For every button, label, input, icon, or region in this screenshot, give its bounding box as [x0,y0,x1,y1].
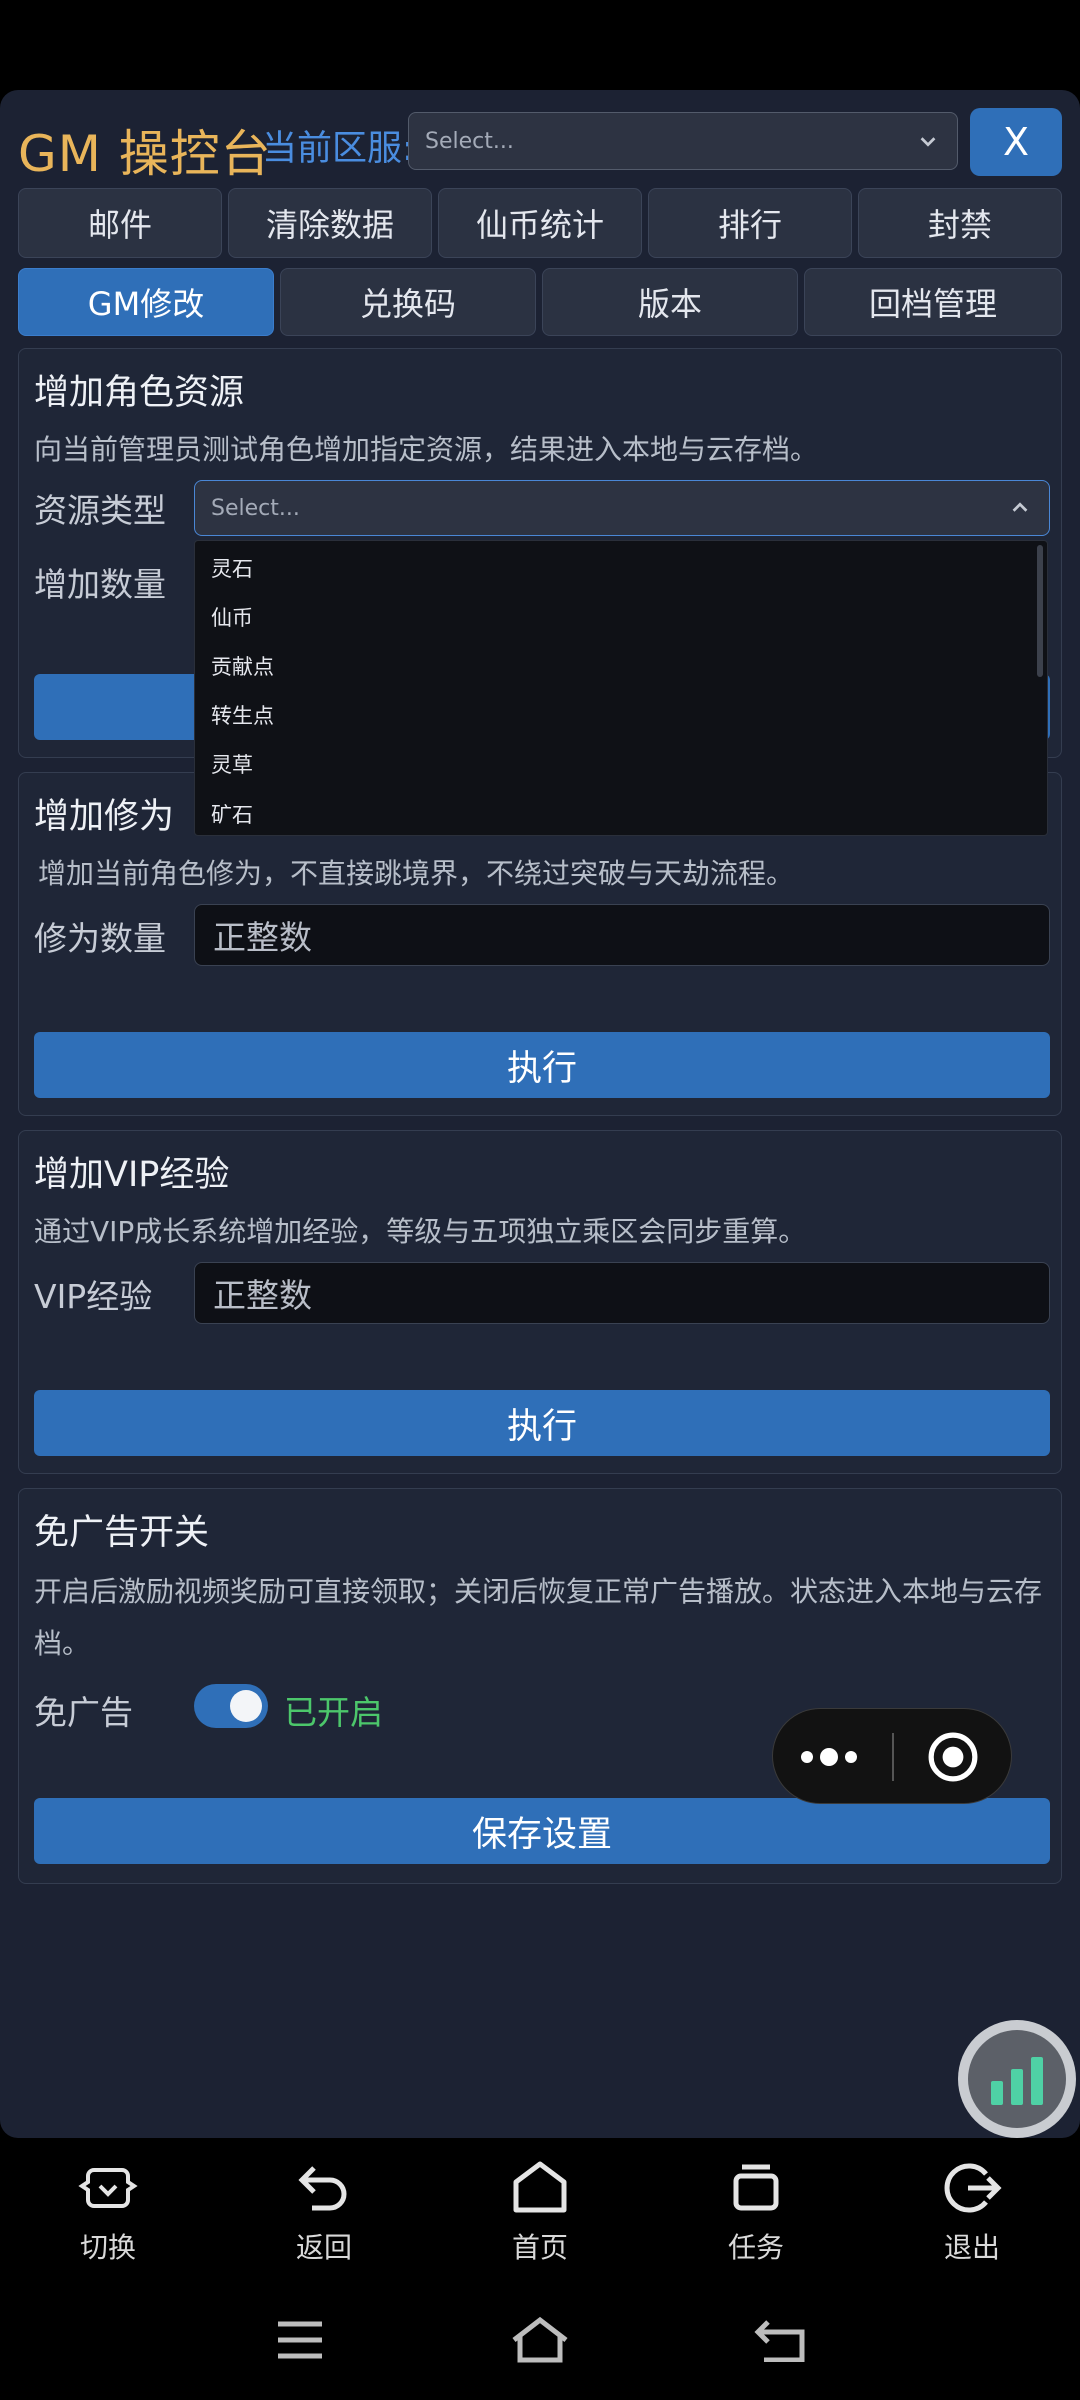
tasks-icon [733,2164,779,2211]
region-select-value: Select... [425,128,514,154]
resource-type-label: 资源类型 [34,491,166,530]
resource-type-select[interactable]: Select... [194,480,1050,536]
cultivation-execute-button[interactable]: 执行 [34,1032,1050,1098]
capsule-divider [892,1733,894,1781]
card-title-noad: 免广告开关 [34,1513,210,1553]
resource-type-dropdown: 灵石 仙币 贡献点 转生点 灵草 矿石 [194,540,1048,836]
nav-label: 首页 [511,2231,568,2264]
card-desc-cultivation: 增加当前角色修为，不直接跳境界，不绕过突破与天劫流程。 [38,857,795,890]
nav-switch[interactable]: 切换 [28,2156,188,2266]
chevron-up-icon [1012,502,1028,512]
nav-exit[interactable]: 退出 [892,2156,1052,2266]
close-button[interactable]: X [970,108,1062,176]
dropdown-option[interactable]: 灵草 [211,749,253,779]
resource-amount-label: 增加数量 [34,565,166,604]
tab-clear-data[interactable]: 清除数据 [228,188,432,258]
nav-label: 退出 [943,2231,1000,2264]
card-desc-noad: 开启后激励视频奖励可直接领取；关闭后恢复正常广告播放。状态进入本地与云存档。 [34,1575,1043,1660]
vip-amount-label: VIP经验 [34,1277,153,1316]
gm-console-panel: GM 操控台 当前区服: Select... X 邮件 清除数据 仙币统计 排行… [0,90,1080,2138]
noad-toggle-state: 已开启 [284,1693,383,1732]
tab-coin-stats[interactable]: 仙币统计 [438,188,642,258]
card-title-resource: 增加角色资源 [34,373,245,413]
card-title-cultivation: 增加修为 [34,797,175,837]
nav-back[interactable]: 返回 [244,2156,404,2266]
tab-ban[interactable]: 封禁 [858,188,1062,258]
dropdown-option[interactable]: 贡献点 [211,651,274,681]
dropdown-option[interactable]: 灵石 [211,553,253,583]
nav-tasks[interactable]: 任务 [676,2156,836,2266]
tab-redeem-code[interactable]: 兑换码 [280,268,536,336]
save-settings-button[interactable]: 保存设置 [34,1798,1050,1864]
bar-chart-icon [991,2057,1043,2105]
exit-icon [944,2163,1002,2213]
cultivation-amount-input[interactable]: 正整数 [194,904,1050,966]
nav-home[interactable]: 首页 [460,2156,620,2266]
tab-ranking[interactable]: 排行 [648,188,852,258]
home-icon [513,2161,567,2213]
nav-label: 返回 [295,2231,352,2264]
card-desc-resource: 向当前管理员测试角色增加指定资源，结果进入本地与云存档。 [34,433,819,466]
miniprogram-capsule [772,1708,1012,1804]
noad-toggle[interactable] [194,1684,268,1728]
home-gesture-icon[interactable] [510,2316,570,2364]
region-label: 当前区服: [262,129,414,169]
status-bar [0,0,1080,90]
vip-execute-button[interactable]: 执行 [34,1390,1050,1456]
tab-gm-edit[interactable]: GM修改 [18,268,274,336]
card-title-vip: 增加VIP经验 [34,1155,230,1195]
back-gesture-icon[interactable] [754,2318,806,2362]
nav-label: 切换 [79,2231,136,2264]
dropdown-option[interactable]: 仙币 [211,602,253,632]
switch-icon [78,2168,138,2208]
more-icon[interactable] [799,1745,859,1769]
region-select[interactable]: Select... [408,112,958,170]
dropdown-option[interactable]: 矿石 [211,799,253,829]
tab-version[interactable]: 版本 [542,268,798,336]
floating-stats-button[interactable] [958,2020,1076,2138]
tab-rollback[interactable]: 回档管理 [804,268,1062,336]
resource-type-value: Select... [211,495,300,521]
nav-label: 任务 [727,2231,784,2264]
toggle-knob [230,1690,262,1722]
card-desc-vip: 通过VIP成长系统增加经验，等级与五项独立乘区会同步重算。 [34,1215,807,1248]
bottom-nav: 切换 返回 首页 任务 退出 [0,2138,1080,2278]
tab-mail[interactable]: 邮件 [18,188,222,258]
back-icon [298,2166,347,2211]
page-title: GM 操控台 [18,125,272,183]
dropdown-scrollbar[interactable] [1037,545,1043,677]
chevron-down-icon [920,137,936,147]
system-nav-bar [0,2278,1080,2400]
vip-amount-input[interactable]: 正整数 [194,1262,1050,1324]
noad-toggle-label: 免广告 [34,1693,133,1732]
dropdown-option[interactable]: 转生点 [211,700,274,730]
cultivation-amount-label: 修为数量 [34,919,166,958]
menu-icon[interactable] [276,2320,324,2360]
close-miniprogram-icon[interactable] [927,1731,979,1783]
